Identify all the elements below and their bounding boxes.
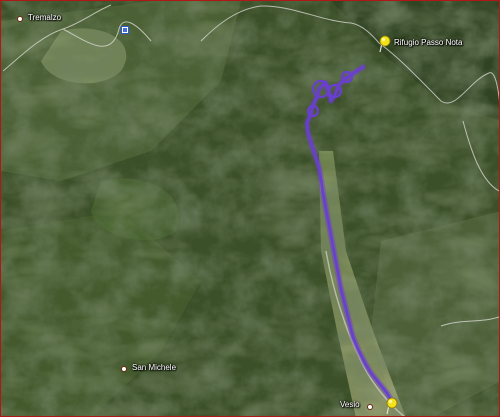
yellow-pushpin-icon[interactable] (385, 397, 401, 415)
place-dot-icon[interactable] (367, 404, 373, 410)
place-label-tremalzo[interactable]: Tremalzo (28, 13, 61, 22)
yellow-pushpin-icon[interactable] (378, 35, 394, 53)
place-label-san-michele[interactable]: San Michele (132, 363, 176, 372)
info-marker-icon[interactable] (121, 26, 129, 34)
place-label-rifugio-passo-nota[interactable]: Rifugio Passo Nota (394, 38, 462, 47)
satellite-map[interactable]: Tremalzo Rifugio Passo Nota San Michele … (0, 0, 500, 417)
forest-texture (1, 1, 499, 416)
place-dot-icon[interactable] (17, 16, 23, 22)
place-dot-icon[interactable] (121, 366, 127, 372)
place-label-vesio[interactable]: Vesio (340, 400, 360, 409)
terrain-layer (1, 1, 499, 416)
